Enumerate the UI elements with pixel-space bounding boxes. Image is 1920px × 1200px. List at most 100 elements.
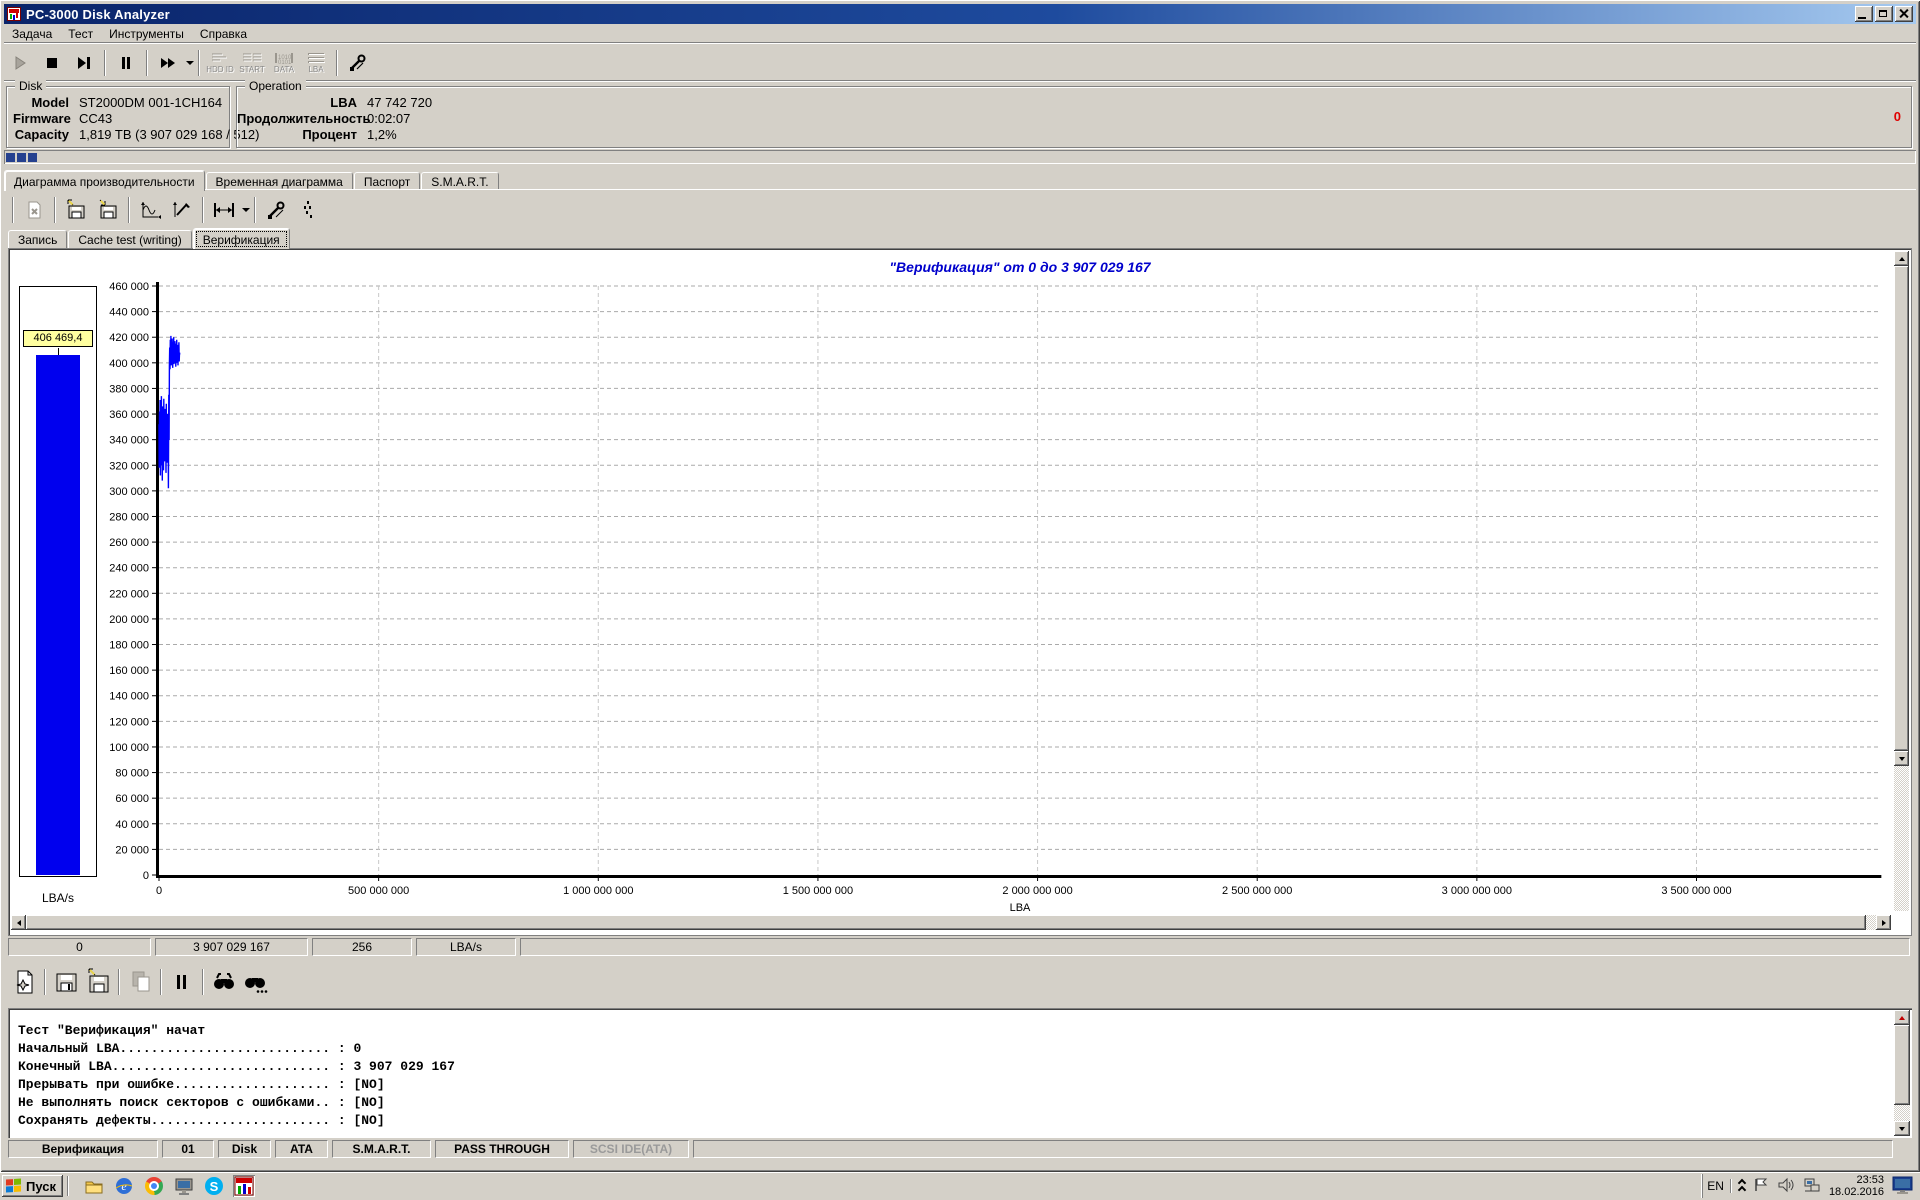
status-start-lba: 0 [8, 938, 151, 956]
progress-segment [17, 153, 26, 162]
line-edit-button[interactable] [168, 196, 196, 224]
language-indicator[interactable]: EN [1707, 1179, 1731, 1193]
step-button[interactable] [70, 49, 98, 77]
tab-time-diagram[interactable]: Временная диаграмма [206, 172, 353, 190]
scroll-up-button[interactable] [1894, 251, 1909, 266]
scroll-left-button[interactable] [11, 915, 26, 930]
chart-region: "Верификация" от 0 до 3 907 029 167 406 … [8, 248, 1912, 936]
log-scrollbar[interactable] [1894, 1010, 1910, 1136]
log-view[interactable]: Тест "Верификация" начат Начальный LBA..… [8, 1008, 1912, 1138]
status-block-size: 256 [312, 938, 412, 956]
chart-toolbar [8, 194, 324, 226]
start-label: Пуск [26, 1179, 56, 1194]
taskbar-separator [67, 1176, 69, 1196]
data-button[interactable]: 10100101 DATA [270, 49, 298, 77]
minimize-button[interactable] [1855, 6, 1873, 22]
svg-text:500 000 000: 500 000 000 [348, 885, 409, 897]
percent-value: 1,2% [367, 127, 397, 142]
disk-model-row: Model ST2000DM 001-1CH164 [13, 95, 222, 110]
menu-task[interactable]: Задача [4, 26, 60, 42]
start-button[interactable]: Пуск [2, 1175, 63, 1197]
new-report-button[interactable] [10, 968, 38, 996]
display-icon[interactable] [173, 1175, 195, 1197]
menu-test[interactable]: Тест [60, 26, 101, 42]
play-icon [10, 53, 30, 73]
ie-icon[interactable]: e [113, 1175, 135, 1197]
scroll-right-icon [1882, 920, 1889, 926]
start-test-button[interactable]: START [238, 49, 266, 77]
lba-label: LBA [237, 95, 357, 110]
wave-view-button[interactable] [136, 196, 164, 224]
disk-group-title: Disk [15, 79, 46, 93]
tab-verification[interactable]: Верификация [193, 228, 290, 249]
horizontal-scroll-thumb[interactable] [26, 915, 1866, 930]
tab-cache-test[interactable]: Cache test (writing) [68, 230, 191, 248]
horizontal-scrollbar[interactable] [11, 915, 1891, 930]
tab-write-test[interactable]: Запись [8, 230, 67, 248]
find-next-button[interactable] [242, 968, 270, 996]
tab-performance-diagram[interactable]: Диаграмма производительности [4, 170, 205, 191]
fast-forward-dropdown[interactable] [186, 61, 194, 69]
pause-button[interactable] [112, 49, 140, 77]
settings-button[interactable] [344, 49, 372, 77]
markers-icon [300, 199, 316, 221]
save-log-as-button[interactable] [84, 968, 112, 996]
svg-text:360 000: 360 000 [109, 409, 149, 421]
vertical-scroll-thumb[interactable] [1894, 266, 1909, 751]
toolbar-separator [104, 50, 106, 76]
pc3000-taskbar-icon[interactable] [233, 1175, 255, 1197]
scroll-right-button[interactable] [1876, 915, 1891, 930]
log-scroll-thumb[interactable] [1894, 1025, 1910, 1105]
tab-smart[interactable]: S.M.A.R.T. [421, 172, 498, 190]
svg-text:260 000: 260 000 [109, 537, 149, 549]
import-diagram-button[interactable] [94, 196, 122, 224]
chrome-icon[interactable] [143, 1175, 165, 1197]
clear-report-button[interactable] [20, 196, 48, 224]
hdd-id-button[interactable]: HDD ID [206, 49, 234, 77]
firmware-label: Firmware [13, 111, 69, 126]
svg-text:180 000: 180 000 [109, 640, 149, 652]
stop-button[interactable] [38, 49, 66, 77]
range-dropdown[interactable] [242, 208, 250, 216]
tab-passport[interactable]: Паспорт [354, 172, 420, 190]
status-pass-through: PASS THROUGH [435, 1140, 569, 1158]
quick-launch: e S [83, 1175, 255, 1197]
network-tray-icon[interactable] [1803, 1177, 1821, 1196]
vertical-scrollbar[interactable] [1894, 251, 1909, 911]
markers-button[interactable] [294, 196, 322, 224]
menu-help[interactable]: Справка [192, 26, 255, 42]
tab-divider [4, 189, 1916, 191]
scroll-down-button[interactable] [1894, 751, 1909, 766]
export-diagram-button[interactable] [62, 196, 90, 224]
svg-text:LBA: LBA [1010, 902, 1031, 914]
log-scroll-down-button[interactable] [1894, 1121, 1910, 1136]
tray-chevron-icon[interactable] [1739, 1180, 1745, 1193]
range-button[interactable] [210, 196, 238, 224]
save-log-button[interactable] [52, 968, 80, 996]
windows-logo-icon [6, 1178, 22, 1193]
restore-button[interactable] [1875, 6, 1893, 22]
find-button[interactable] [210, 968, 238, 996]
data-icon: 10100101 [272, 51, 296, 65]
svg-text:60 000: 60 000 [115, 793, 149, 805]
show-desktop-icon[interactable] [1892, 1175, 1914, 1198]
flag-tray-icon[interactable] [1753, 1177, 1769, 1196]
svg-text:440 000: 440 000 [109, 307, 149, 319]
play-button[interactable] [6, 49, 34, 77]
close-button[interactable] [1895, 6, 1913, 22]
lba-button[interactable]: LBA [302, 49, 330, 77]
hdd-id-icon [209, 51, 231, 65]
volume-tray-icon[interactable] [1777, 1177, 1795, 1196]
log-scroll-up-button[interactable] [1894, 1010, 1910, 1025]
pause-log-button[interactable] [168, 968, 196, 996]
menu-tools[interactable]: Инструменты [101, 26, 192, 42]
svg-text:1 500 000 000: 1 500 000 000 [783, 885, 853, 897]
copy-button[interactable] [126, 968, 154, 996]
folder-icon[interactable] [83, 1175, 105, 1197]
fast-forward-button[interactable] [154, 49, 182, 77]
log-line: Конечный LBA............................… [18, 1059, 455, 1074]
log-toolbar [8, 960, 272, 1004]
skype-icon[interactable]: S [203, 1175, 225, 1197]
app-status-bar: Верификация 01 Disk ATA S.M.A.R.T. PASS … [8, 1140, 1893, 1158]
chart-settings-button[interactable] [262, 196, 290, 224]
